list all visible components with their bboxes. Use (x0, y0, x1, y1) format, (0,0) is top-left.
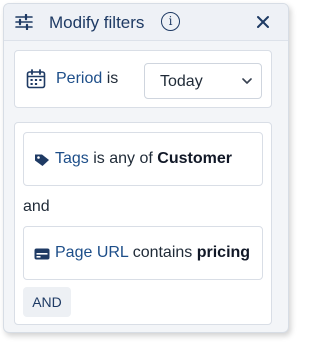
condition-field: Tags (55, 150, 89, 167)
period-label: Period is (56, 70, 118, 88)
condition-value: pricing (196, 244, 251, 261)
condition-value: Customer (157, 150, 232, 167)
condition-tags[interactable]: Tags is any of Customer (23, 132, 263, 186)
period-field-name: Period (56, 70, 103, 87)
condition-text: Page URL contains pricing (55, 244, 250, 262)
condition-operator: contains (132, 244, 193, 261)
info-icon[interactable]: i (161, 12, 180, 31)
page-url-icon (34, 248, 50, 260)
conditions-group: Tags is any of Customer and Page URL con… (14, 122, 272, 325)
filter-sliders-icon (15, 14, 33, 30)
chevron-down-icon (242, 78, 252, 84)
panel-header: Modify filters i (4, 4, 288, 41)
modify-filters-panel: Modify filters i Period is Today Tags is… (3, 3, 289, 333)
and-connector: and (23, 198, 50, 215)
close-icon[interactable] (256, 15, 270, 29)
panel-title: Modify filters (49, 13, 145, 32)
period-filter-row: Period is Today (14, 50, 272, 108)
period-select-value: Today (160, 73, 203, 90)
tag-icon (35, 154, 49, 166)
calendar-icon (26, 69, 46, 89)
condition-field: Page URL (55, 244, 129, 261)
add-and-button[interactable]: AND (23, 287, 71, 317)
condition-page-url[interactable]: Page URL contains pricing (23, 226, 263, 280)
condition-text: Tags is any of Customer (55, 150, 232, 168)
condition-operator: is any of (93, 150, 153, 167)
period-select[interactable]: Today (144, 63, 262, 99)
period-verb: is (106, 70, 119, 87)
